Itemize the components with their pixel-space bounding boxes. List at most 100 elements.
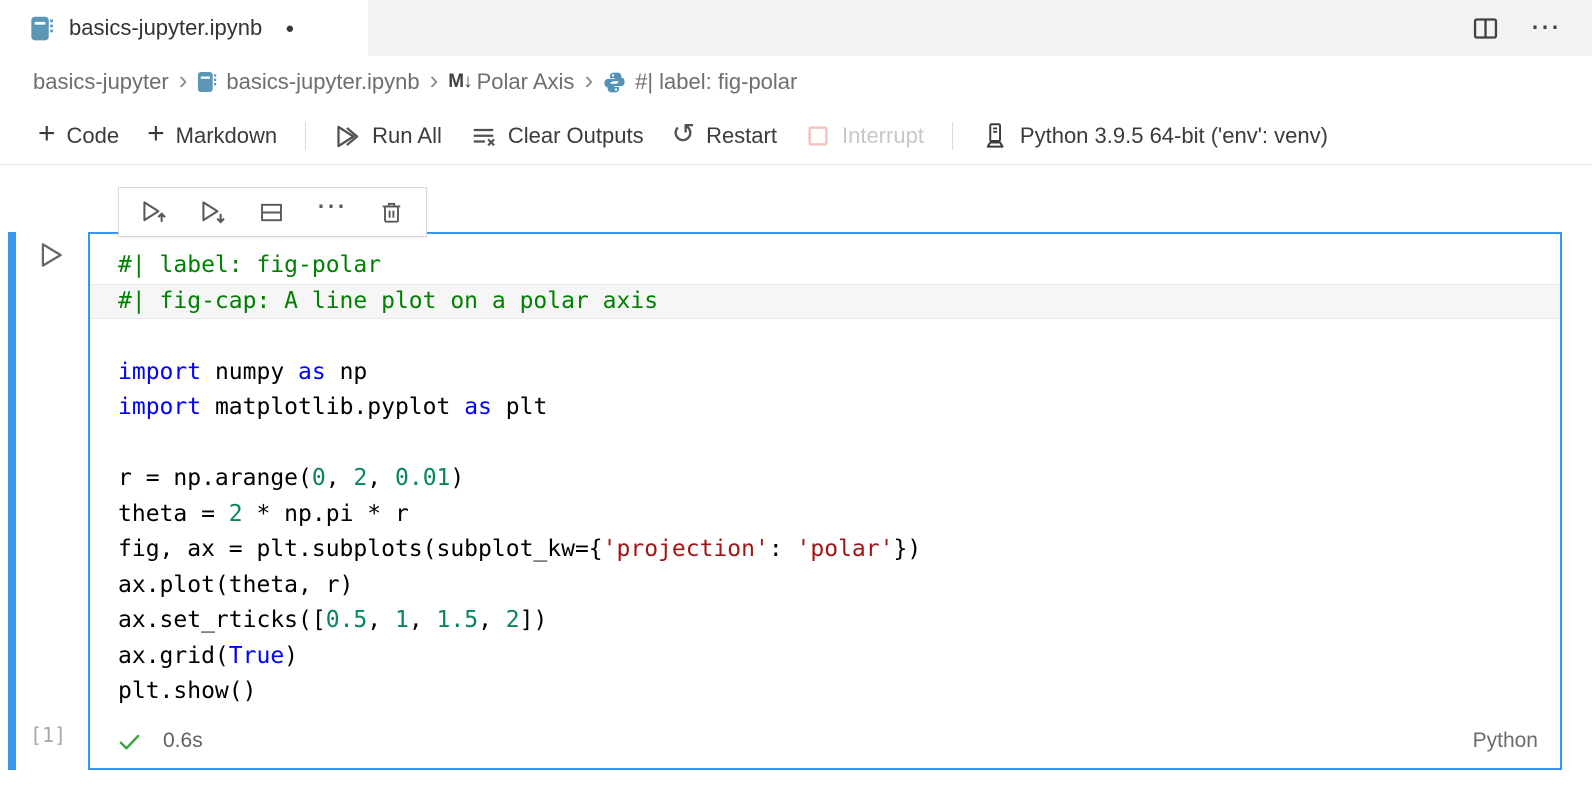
code-token: :	[769, 536, 797, 562]
code-line[interactable]: #| fig-cap: A line plot on a polar axis	[90, 284, 1560, 320]
interrupt-icon	[805, 123, 831, 149]
toolbar-separator	[952, 122, 953, 150]
code-token: })	[893, 536, 921, 562]
code-token: 0.5	[326, 607, 368, 633]
vscode-window: basics-jupyter.ipynb ● ⋯ basics-jupyter …	[0, 0, 1592, 802]
breadcrumb-label: basics-jupyter	[33, 69, 169, 95]
restart-icon: ↺	[672, 134, 695, 138]
add-markdown-cell-button[interactable]: + Markdown	[133, 116, 291, 156]
success-check-icon	[116, 728, 143, 755]
code-token: ax.grid(	[118, 643, 229, 669]
code-token: import	[118, 394, 201, 420]
add-code-cell-button[interactable]: + Code	[24, 116, 133, 156]
code-token: 0	[312, 465, 326, 491]
code-token: numpy	[201, 359, 298, 385]
breadcrumb-folder[interactable]: basics-jupyter	[33, 69, 169, 95]
split-cell-button[interactable]	[258, 199, 285, 226]
interrupt-label: Interrupt	[842, 123, 924, 149]
code-token: 2	[353, 465, 367, 491]
cell-focus-bar[interactable]	[8, 232, 16, 770]
plus-icon: +	[38, 134, 56, 138]
code-token: np	[326, 359, 368, 385]
markdown-icon: M↓	[448, 71, 471, 93]
code-token: import	[118, 359, 201, 385]
code-token: 2	[506, 607, 520, 633]
add-code-label: Code	[67, 123, 120, 149]
code-token: ,	[409, 607, 437, 633]
run-all-button[interactable]: Run All	[320, 116, 456, 156]
delete-cell-button[interactable]	[378, 199, 405, 226]
code-line[interactable]: r = np.arange(0, 2, 0.01)	[90, 461, 1560, 497]
modified-indicator-icon[interactable]: ●	[285, 20, 294, 37]
interrupt-button[interactable]: Interrupt	[791, 116, 938, 156]
code-cell[interactable]: #| label: fig-polar #| fig-cap: A line pl…	[88, 232, 1562, 770]
code-token: )	[450, 465, 464, 491]
code-line[interactable]: theta = 2 * np.pi * r	[90, 497, 1560, 533]
run-cells-above-button[interactable]	[140, 198, 168, 226]
code-token: )	[284, 643, 298, 669]
breadcrumb-markdown-section[interactable]: M↓ Polar Axis	[448, 69, 574, 95]
clear-outputs-label: Clear Outputs	[508, 123, 644, 149]
code-token: 'polar'	[797, 536, 894, 562]
run-cell-button[interactable]	[32, 237, 68, 273]
code-token: ])	[520, 607, 548, 633]
code-line[interactable]: fig, ax = plt.subplots(subplot_kw={'proj…	[90, 532, 1560, 568]
code-line[interactable]: #| label: fig-polar	[90, 248, 1560, 284]
notebook-toolbar: + Code + Markdown Run All Clear Outputs …	[0, 108, 1592, 165]
code-token: * np.pi * r	[243, 501, 409, 527]
code-token: plt	[492, 394, 547, 420]
code-line[interactable]	[90, 426, 1560, 462]
restart-label: Restart	[706, 123, 777, 149]
code-line[interactable]	[90, 319, 1560, 355]
cell-toolbar: ⋯	[118, 187, 427, 237]
editor-actions: ⋯	[1471, 0, 1592, 56]
execution-time: 0.6s	[163, 729, 203, 753]
code-token: #| label: fig-polar	[118, 252, 381, 278]
play-icon	[33, 238, 67, 272]
run-above-icon	[140, 198, 168, 226]
cell-more-actions-icon[interactable]: ⋯	[316, 207, 347, 217]
code-token: as	[298, 359, 326, 385]
kernel-picker-button[interactable]: Python 3.9.5 64-bit ('env': venv)	[967, 116, 1342, 156]
code-token: ax.plot(theta, r)	[118, 572, 353, 598]
code-token: matplotlib.pyplot	[201, 394, 464, 420]
breadcrumb-label: basics-jupyter.ipynb	[226, 69, 419, 95]
chevron-right-icon: ›	[430, 67, 439, 97]
clear-outputs-button[interactable]: Clear Outputs	[456, 116, 658, 156]
trash-icon	[378, 199, 405, 226]
code-token: theta =	[118, 501, 229, 527]
breadcrumb-label: #| label: fig-polar	[635, 69, 797, 95]
kernel-label: Python 3.9.5 64-bit ('env': venv)	[1020, 123, 1328, 149]
code-line[interactable]: plt.show()	[90, 674, 1560, 710]
code-area[interactable]: #| label: fig-polar #| fig-cap: A line pl…	[90, 234, 1560, 710]
code-line[interactable]: ax.plot(theta, r)	[90, 568, 1560, 604]
breadcrumb: basics-jupyter › basics-jupyter.ipynb › …	[0, 56, 1592, 108]
run-cell-and-below-button[interactable]	[199, 198, 227, 226]
notebook-icon	[197, 70, 217, 94]
cell-language-picker[interactable]: Python	[1473, 729, 1538, 753]
tab-basics-jupyter[interactable]: basics-jupyter.ipynb ●	[0, 0, 368, 56]
plus-icon: +	[147, 134, 165, 138]
code-token: fig, ax = plt.subplots(subplot_kw={	[118, 536, 603, 562]
breadcrumb-code-cell[interactable]: #| label: fig-polar	[603, 69, 797, 95]
code-token: as	[464, 394, 492, 420]
code-token: #| fig-cap: A line plot on a polar axis	[118, 288, 658, 314]
cell-status-bar: 0.6s Python	[90, 714, 1560, 768]
clear-outputs-icon	[470, 123, 497, 150]
code-token: 1.5	[437, 607, 479, 633]
restart-button[interactable]: ↺ Restart	[658, 116, 791, 156]
code-token: ,	[326, 465, 354, 491]
split-cell-icon	[258, 199, 285, 226]
code-token: 'projection'	[603, 536, 769, 562]
split-editor-icon[interactable]	[1471, 14, 1500, 43]
code-token: ,	[367, 607, 395, 633]
kernel-icon	[981, 122, 1009, 150]
breadcrumb-file[interactable]: basics-jupyter.ipynb	[197, 69, 419, 95]
more-actions-icon[interactable]: ⋯	[1530, 13, 1562, 43]
code-line[interactable]: ax.grid(True)	[90, 639, 1560, 675]
code-line[interactable]: import numpy as np	[90, 355, 1560, 391]
code-line[interactable]: ax.set_rticks([0.5, 1, 1.5, 2])	[90, 603, 1560, 639]
code-line[interactable]: import matplotlib.pyplot as plt	[90, 390, 1560, 426]
notebook-editor: [1] ⋯	[0, 165, 1592, 802]
tab-title: basics-jupyter.ipynb	[69, 15, 262, 41]
